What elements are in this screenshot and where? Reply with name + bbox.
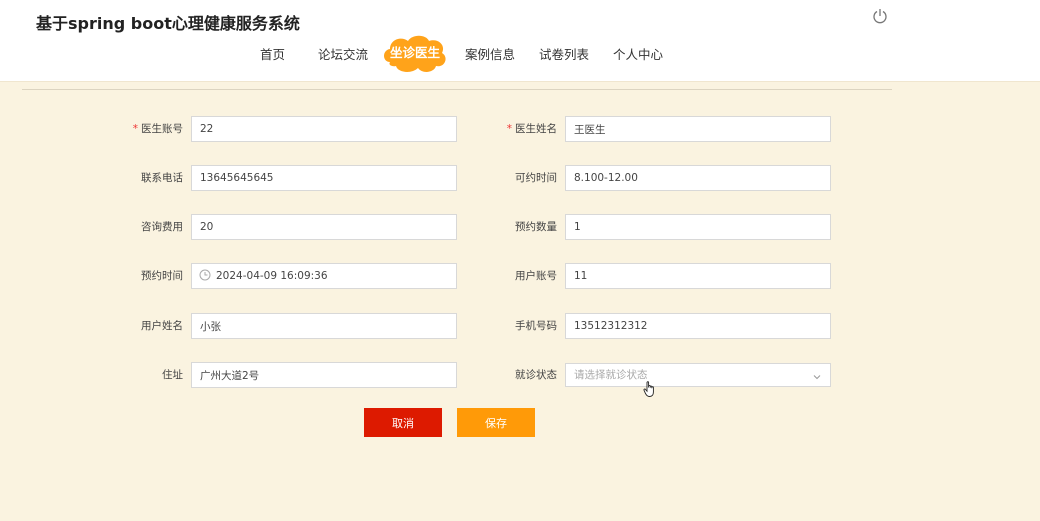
required-mark: * — [132, 123, 138, 135]
user-account-input[interactable] — [565, 263, 831, 289]
booking-time-picker[interactable] — [191, 263, 457, 289]
form-row: 预约时间 用户账号 — [0, 263, 1040, 289]
content-divider — [22, 89, 892, 90]
header: 基于spring boot心理健康服务系统 首页 论坛交流 坐诊医生 案例信息 … — [0, 0, 1040, 82]
doctor-account-label: * 医生账号 — [120, 116, 183, 142]
user-name-input[interactable] — [191, 313, 457, 339]
phone-input[interactable] — [191, 165, 457, 191]
phone-label: 联系电话 — [141, 172, 183, 184]
user-account-label: 用户账号 — [515, 270, 557, 282]
form-row: *医生账号 *医生姓名 — [0, 116, 1040, 142]
clock-icon — [199, 269, 211, 281]
form-row: 联系电话 可约时间 — [0, 165, 1040, 191]
address-label: 住址 — [162, 369, 183, 381]
nav-item-cases[interactable]: 案例信息 — [465, 44, 515, 63]
booking-time-input[interactable] — [191, 263, 457, 289]
mobile-label: 手机号码 — [515, 320, 557, 332]
doctor-account-input[interactable] — [191, 116, 457, 142]
fee-input[interactable] — [191, 214, 457, 240]
doctor-name-label-text: 医生姓名 — [515, 123, 557, 135]
available-time-input[interactable] — [565, 165, 831, 191]
visit-status-label: 就诊状态 — [515, 369, 557, 381]
mobile-input[interactable] — [565, 313, 831, 339]
hand-cursor-icon — [643, 381, 654, 397]
nav-item-doctors-label: 坐诊医生 — [389, 44, 440, 60]
power-icon[interactable] — [872, 8, 888, 24]
save-button[interactable]: 保存 — [457, 408, 535, 437]
booking-count-input[interactable] — [565, 214, 831, 240]
cancel-button[interactable]: 取消 — [364, 408, 442, 437]
available-time-label: 可约时间 — [515, 172, 557, 184]
nav-item-doctors[interactable]: 坐诊医生 — [382, 32, 448, 72]
booking-count-label: 预约数量 — [515, 221, 557, 233]
user-name-label: 用户姓名 — [141, 320, 183, 332]
fee-label: 咨询费用 — [141, 221, 183, 233]
main-nav: 首页 论坛交流 坐诊医生 案例信息 试卷列表 个人中心 — [0, 32, 1040, 76]
address-input[interactable] — [191, 362, 457, 388]
doctor-name-label: * 医生姓名 — [494, 116, 557, 142]
nav-item-profile[interactable]: 个人中心 — [613, 44, 663, 63]
form-row: 咨询费用 预约数量 — [0, 214, 1040, 240]
doctor-account-label-text: 医生账号 — [141, 123, 183, 135]
app-title: 基于spring boot心理健康服务系统 — [36, 14, 300, 33]
booking-time-label: 预约时间 — [141, 270, 183, 282]
form-row: 用户姓名 手机号码 — [0, 313, 1040, 339]
visit-status-placeholder: 请选择就诊状态 — [574, 369, 648, 381]
nav-item-home[interactable]: 首页 — [260, 44, 285, 63]
chevron-down-icon — [813, 375, 821, 380]
nav-item-forum[interactable]: 论坛交流 — [318, 44, 368, 63]
form-row: 住址 就诊状态 请选择就诊状态 — [0, 362, 1040, 388]
nav-item-papers[interactable]: 试卷列表 — [539, 44, 589, 63]
visit-status-select[interactable]: 请选择就诊状态 — [565, 363, 831, 387]
required-mark: * — [506, 123, 512, 135]
doctor-name-input[interactable] — [565, 116, 831, 142]
